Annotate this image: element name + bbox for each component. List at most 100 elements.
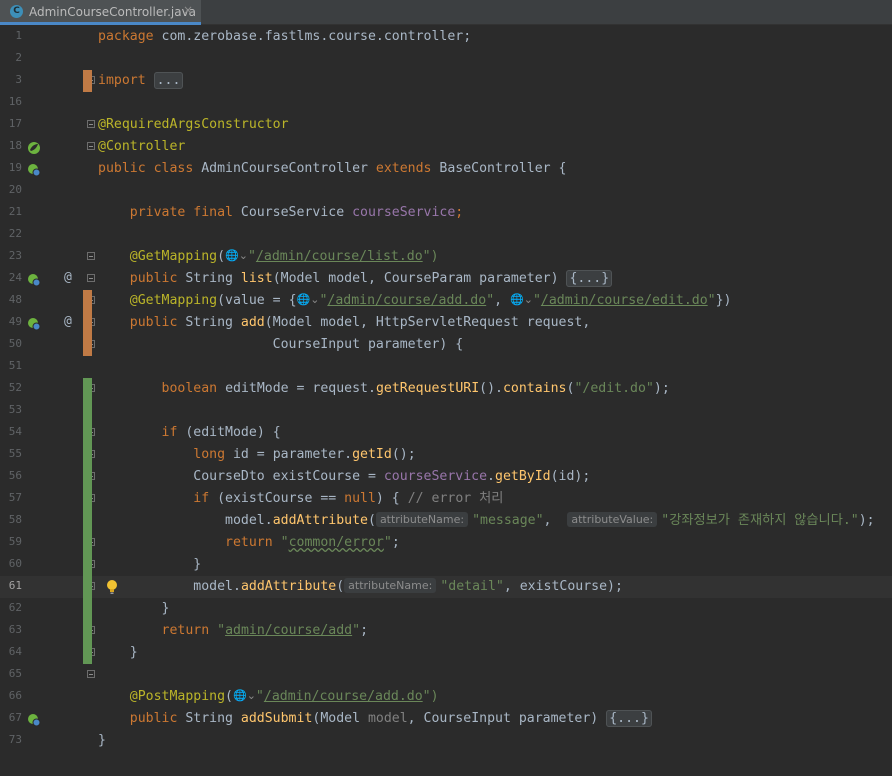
code-line[interactable]: 52 boolean editMode = request.getRequest… <box>0 378 892 400</box>
code-line[interactable]: 18 @Controller <box>0 136 892 158</box>
code-token: , <box>582 315 591 330</box>
code-line[interactable]: 20 <box>0 180 892 202</box>
line-number[interactable]: 56 <box>0 469 22 482</box>
code-line[interactable]: 22 <box>0 224 892 246</box>
code-line[interactable]: 21 private final CourseService courseSer… <box>0 202 892 224</box>
code-line[interactable]: 17 @RequiredArgsConstructor <box>0 114 892 136</box>
line-number[interactable]: 48 <box>0 293 22 306</box>
code-text: return "common/error"; <box>98 534 400 552</box>
code-token: public <box>129 711 186 726</box>
line-number[interactable]: 58 <box>0 513 22 526</box>
code-token: ( <box>225 689 233 704</box>
line-number[interactable]: 60 <box>0 557 22 570</box>
code-token: contains <box>502 381 567 396</box>
code-line[interactable]: 59 return "common/error"; <box>0 532 892 554</box>
code-line[interactable]: 67 public String addSubmit(Model model, … <box>0 708 892 730</box>
code-line[interactable]: 2 <box>0 48 892 70</box>
fold-marker-icon[interactable] <box>87 274 95 282</box>
code-token: . <box>232 579 241 594</box>
code-line[interactable]: 65 <box>0 664 892 686</box>
code-token: public class <box>98 161 202 176</box>
line-number[interactable]: 54 <box>0 425 22 438</box>
line-number[interactable]: 63 <box>0 623 22 636</box>
folded-code[interactable]: {...} <box>566 270 613 287</box>
spring-web-icon[interactable] <box>27 272 41 287</box>
implemented-annotation-icon[interactable]: @ <box>64 314 72 329</box>
line-number[interactable]: 3 <box>0 73 22 86</box>
code-token: model <box>320 315 361 330</box>
spring-web-icon[interactable] <box>27 316 41 331</box>
implemented-annotation-icon[interactable]: @ <box>64 270 72 285</box>
line-number[interactable]: 62 <box>0 601 22 614</box>
code-line[interactable]: 19 public class AdminCourseController ext… <box>0 158 892 180</box>
line-number[interactable]: 73 <box>0 733 22 746</box>
line-number[interactable]: 21 <box>0 205 22 218</box>
line-number[interactable]: 16 <box>0 95 22 108</box>
code-line[interactable]: 66 @PostMapping(🌐⌄"/admin/course/add.do"… <box>0 686 892 708</box>
folded-code[interactable]: ... <box>153 72 184 89</box>
code-line[interactable]: 49 @ public String add(Model model, HttpS… <box>0 312 892 334</box>
code-line[interactable]: 16 <box>0 92 892 114</box>
line-number[interactable]: 17 <box>0 117 22 130</box>
code-line[interactable]: 50 CourseInput parameter) { <box>0 334 892 356</box>
folded-code[interactable]: {...} <box>606 710 652 727</box>
line-number[interactable]: 50 <box>0 337 22 350</box>
spring-bean-icon[interactable] <box>27 140 41 154</box>
code-token: (id); <box>550 469 591 484</box>
line-number[interactable]: 53 <box>0 403 22 416</box>
line-number[interactable]: 65 <box>0 667 22 680</box>
line-number[interactable]: 2 <box>0 51 22 64</box>
line-number[interactable]: 61 <box>0 579 22 592</box>
code-line[interactable]: 60 } <box>0 554 892 576</box>
code-token: (). <box>479 381 503 396</box>
line-number[interactable]: 52 <box>0 381 22 394</box>
spring-web-icon[interactable] <box>27 712 41 727</box>
code-line[interactable]: 1 package com.zerobase.fastlms.course.con… <box>0 26 892 48</box>
fold-marker-icon[interactable] <box>87 670 95 678</box>
line-number[interactable]: 18 <box>0 139 22 152</box>
close-icon[interactable]: × <box>183 3 193 17</box>
code-line[interactable]: 24 @ public String list(Model model, Cour… <box>0 268 892 290</box>
line-number[interactable]: 57 <box>0 491 22 504</box>
line-number[interactable]: 22 <box>0 227 22 240</box>
line-number[interactable]: 64 <box>0 645 22 658</box>
code-line[interactable]: 61 model.addAttribute(attributeName: "det… <box>0 576 892 598</box>
code-line[interactable]: 23 @GetMapping(🌐⌄"/admin/course/list.do"… <box>0 246 892 268</box>
line-number[interactable]: 55 <box>0 447 22 460</box>
line-number[interactable]: 59 <box>0 535 22 548</box>
line-number[interactable]: 19 <box>0 161 22 174</box>
vcs-added-marker[interactable] <box>83 378 92 664</box>
fold-marker-icon[interactable] <box>87 252 95 260</box>
line-number[interactable]: 20 <box>0 183 22 196</box>
code-line[interactable]: 73} <box>0 730 892 752</box>
tab-admin-course-controller[interactable]: C AdminCourseController.java × <box>0 0 201 25</box>
code-line[interactable]: 58 model.addAttribute(attributeName: "mes… <box>0 510 892 532</box>
code-line[interactable]: 56 CourseDto existCourse = courseService… <box>0 466 892 488</box>
code-line[interactable]: 57 if (existCourse == null) { // error 처… <box>0 488 892 510</box>
code-line[interactable]: 3 import ... <box>0 70 892 92</box>
code-editor[interactable]: 1 package com.zerobase.fastlms.course.con… <box>0 26 892 776</box>
line-number[interactable]: 24 <box>0 271 22 284</box>
code-text: } <box>98 644 138 662</box>
line-number[interactable]: 67 <box>0 711 22 724</box>
code-token: null <box>344 491 376 506</box>
line-number[interactable]: 23 <box>0 249 22 262</box>
code-line[interactable]: 63 return "admin/course/add"; <box>0 620 892 642</box>
code-line[interactable]: 62 } <box>0 598 892 620</box>
code-line[interactable]: 54 if (editMode) { <box>0 422 892 444</box>
line-number[interactable]: 1 <box>0 29 22 42</box>
line-number[interactable]: 51 <box>0 359 22 372</box>
spring-web-icon[interactable] <box>27 162 41 177</box>
code-line[interactable]: 48 @GetMapping(value = {🌐⌄"/admin/course… <box>0 290 892 312</box>
code-line[interactable]: 51 <box>0 356 892 378</box>
fold-marker-icon[interactable] <box>87 142 95 150</box>
code-token: (value = { <box>217 293 297 308</box>
code-line[interactable]: 55 long id = parameter.getId(); <box>0 444 892 466</box>
code-line[interactable]: 64 } <box>0 642 892 664</box>
vcs-modified-marker[interactable] <box>83 70 92 92</box>
code-line[interactable]: 53 <box>0 400 892 422</box>
vcs-modified-marker[interactable] <box>83 290 92 356</box>
line-number[interactable]: 49 <box>0 315 22 328</box>
fold-marker-icon[interactable] <box>87 120 95 128</box>
line-number[interactable]: 66 <box>0 689 22 702</box>
